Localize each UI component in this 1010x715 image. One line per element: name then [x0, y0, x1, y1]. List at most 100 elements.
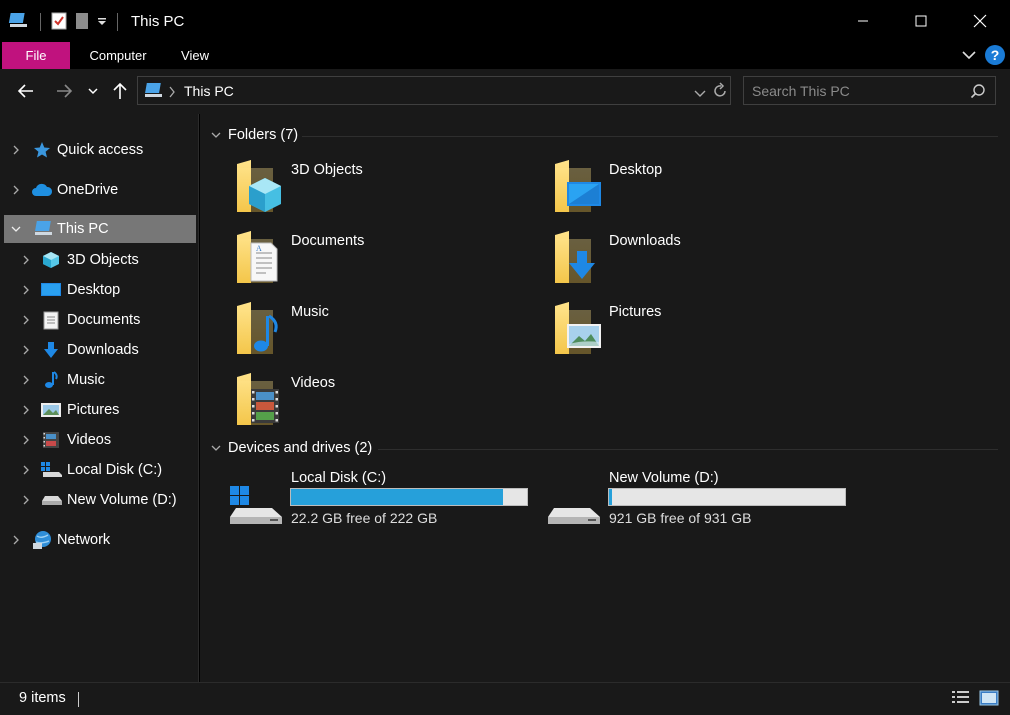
- drive-free-space: 22.2 GB free of 222 GB: [291, 510, 438, 526]
- drive-tile-local-disk-c[interactable]: Local Disk (C:) 22.2 GB free of 222 GB: [228, 470, 538, 540]
- address-bar[interactable]: This PC: [137, 76, 731, 105]
- help-button[interactable]: ?: [985, 45, 1005, 65]
- drive-tile-new-volume-d[interactable]: New Volume (D:) 921 GB free of 931 GB: [546, 470, 856, 540]
- recent-locations-button[interactable]: [84, 79, 102, 103]
- breadcrumb-separator-icon[interactable]: [168, 85, 176, 101]
- forward-button[interactable]: [52, 79, 76, 103]
- folder-label: Pictures: [609, 304, 662, 320]
- new-folder-icon[interactable]: [75, 12, 89, 33]
- back-button[interactable]: [14, 79, 38, 103]
- chevron-right-icon[interactable]: [20, 344, 32, 356]
- chevron-right-icon[interactable]: [20, 404, 32, 416]
- chevron-down-icon[interactable]: [10, 223, 22, 235]
- folder-tile-pictures[interactable]: Pictures: [553, 300, 853, 366]
- sidebar-item-label: Quick access: [57, 142, 144, 158]
- sidebar-item-desktop[interactable]: Desktop: [0, 276, 197, 304]
- chevron-right-icon[interactable]: [10, 184, 22, 196]
- folder-label: Documents: [291, 233, 365, 249]
- chevron-right-icon[interactable]: [20, 464, 32, 476]
- sidebar-item-documents[interactable]: Documents: [0, 306, 197, 334]
- group-header-devices[interactable]: Devices and drives (2): [210, 440, 372, 456]
- chevron-right-icon[interactable]: [20, 374, 32, 386]
- svg-text:A: A: [256, 244, 262, 253]
- folder-tile-desktop[interactable]: Desktop: [553, 158, 853, 224]
- folder-label: 3D Objects: [291, 162, 363, 178]
- sidebar-item-music[interactable]: Music: [0, 366, 197, 394]
- sidebar-item-label: Pictures: [67, 402, 120, 418]
- window-title: This PC: [131, 13, 185, 30]
- sidebar-item-videos[interactable]: Videos: [0, 426, 197, 454]
- folder-downloads-icon: [553, 229, 595, 285]
- details-view-button[interactable]: [951, 689, 971, 707]
- address-dropdown-button[interactable]: [694, 86, 706, 102]
- cloud-icon: [31, 181, 53, 199]
- large-icons-view-button[interactable]: [979, 689, 999, 707]
- drive-icon: [548, 508, 600, 524]
- sidebar-item-this-pc[interactable]: This PC: [4, 215, 196, 243]
- sidebar-item-new-volume-d[interactable]: New Volume (D:): [0, 486, 197, 514]
- arrow-left-icon: [17, 84, 33, 98]
- maximize-button[interactable]: [892, 0, 950, 42]
- computer-icon[interactable]: [8, 11, 30, 34]
- folder-tile-documents[interactable]: A Documents: [235, 229, 535, 295]
- folder-documents-icon: A: [235, 229, 278, 285]
- folder-tile-downloads[interactable]: Downloads: [553, 229, 853, 295]
- chevron-right-icon[interactable]: [10, 534, 22, 546]
- close-button[interactable]: [950, 0, 1010, 42]
- sidebar-item-label: This PC: [57, 221, 109, 237]
- search-box[interactable]: [743, 76, 996, 105]
- folder-music-icon: [235, 300, 278, 356]
- chevron-down-icon: [88, 88, 98, 95]
- expand-ribbon-button[interactable]: [960, 46, 978, 64]
- customize-toolbar-icon[interactable]: [97, 14, 107, 30]
- breadcrumb-this-pc[interactable]: This PC: [184, 83, 234, 99]
- sidebar-item-onedrive[interactable]: OneDrive: [0, 176, 197, 204]
- sidebar-item-quick-access[interactable]: Quick access: [0, 136, 197, 164]
- arrow-right-icon: [57, 84, 73, 98]
- content-pane: Folders (7) 3D Objects Desktop A Documen…: [200, 114, 1010, 682]
- folder-label: Music: [291, 304, 329, 320]
- sidebar-item-label: Downloads: [67, 342, 139, 358]
- folder-tile-3d-objects[interactable]: 3D Objects: [235, 158, 535, 224]
- chevron-right-icon[interactable]: [20, 254, 32, 266]
- tab-view[interactable]: View: [172, 42, 218, 69]
- sidebar-item-label: Network: [57, 532, 111, 548]
- group-header-folders[interactable]: Folders (7): [210, 127, 298, 143]
- chevron-right-icon[interactable]: [20, 494, 32, 506]
- sidebar-item-local-disk-c[interactable]: Local Disk (C:): [0, 456, 197, 484]
- tab-file[interactable]: File: [2, 42, 70, 69]
- chevron-right-icon[interactable]: [20, 314, 32, 326]
- folder-label: Downloads: [609, 233, 681, 249]
- details-view-icon: [952, 691, 969, 703]
- sidebar-item-label: Videos: [67, 432, 112, 448]
- sidebar-item-3d-objects[interactable]: 3D Objects: [0, 246, 197, 274]
- chevron-right-icon[interactable]: [20, 434, 32, 446]
- tab-computer[interactable]: Computer: [80, 42, 156, 69]
- sidebar-item-pictures[interactable]: Pictures: [0, 396, 197, 424]
- chevron-down-icon: [211, 132, 221, 138]
- desktop-icon: [41, 281, 61, 299]
- quick-access-toolbar: [8, 10, 120, 34]
- music-note-icon: [42, 371, 60, 389]
- computer-icon: [33, 220, 55, 238]
- minimize-button[interactable]: [834, 0, 892, 42]
- sidebar-item-downloads[interactable]: Downloads: [0, 336, 197, 364]
- folder-videos-icon: [235, 371, 279, 427]
- ribbon: File Computer View ?: [0, 42, 1010, 69]
- chevron-right-icon[interactable]: [20, 284, 32, 296]
- group-header-label: Devices and drives (2): [228, 440, 373, 456]
- search-input[interactable]: [752, 81, 962, 101]
- properties-icon[interactable]: [51, 12, 67, 33]
- drive-usage-fill: [609, 489, 612, 505]
- chevron-right-icon[interactable]: [10, 144, 22, 156]
- up-button[interactable]: [108, 79, 132, 103]
- refresh-button[interactable]: [712, 82, 728, 103]
- folder-tile-music[interactable]: Music: [235, 300, 535, 366]
- star-icon: [33, 141, 51, 159]
- search-icon[interactable]: [970, 83, 986, 102]
- folder-tile-videos[interactable]: Videos: [235, 371, 535, 437]
- sidebar-item-network[interactable]: Network: [0, 526, 197, 554]
- refresh-icon: [714, 82, 726, 97]
- sidebar-item-label: New Volume (D:): [67, 492, 177, 508]
- group-divider: [302, 136, 998, 137]
